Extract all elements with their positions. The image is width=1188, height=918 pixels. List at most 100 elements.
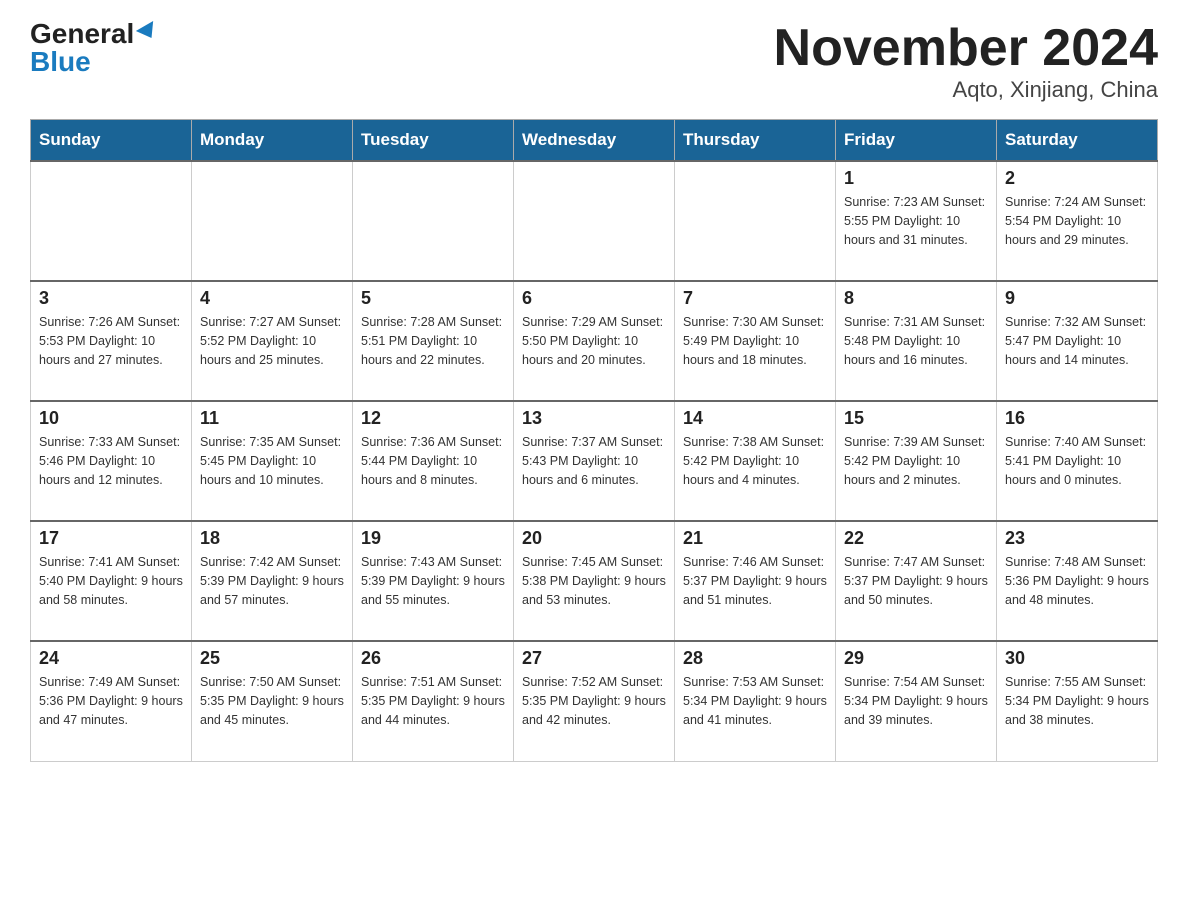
day-info: Sunrise: 7:54 AM Sunset: 5:34 PM Dayligh… (844, 673, 988, 729)
logo-general-text: General (30, 20, 134, 48)
day-info: Sunrise: 7:40 AM Sunset: 5:41 PM Dayligh… (1005, 433, 1149, 489)
day-info: Sunrise: 7:52 AM Sunset: 5:35 PM Dayligh… (522, 673, 666, 729)
day-info: Sunrise: 7:31 AM Sunset: 5:48 PM Dayligh… (844, 313, 988, 369)
day-number: 2 (1005, 168, 1149, 189)
calendar-title: November 2024 (774, 20, 1158, 77)
calendar-cell: 11 Sunrise: 7:35 AM Sunset: 5:45 PM Dayli… (192, 401, 353, 521)
day-info: Sunrise: 7:46 AM Sunset: 5:37 PM Dayligh… (683, 553, 827, 609)
calendar-cell: 12 Sunrise: 7:36 AM Sunset: 5:44 PM Dayli… (353, 401, 514, 521)
logo-blue-text: Blue (30, 48, 91, 76)
day-number: 24 (39, 648, 183, 669)
day-info: Sunrise: 7:42 AM Sunset: 5:39 PM Dayligh… (200, 553, 344, 609)
day-header-tuesday: Tuesday (353, 120, 514, 162)
calendar-week-row: 1Sunrise: 7:23 AM Sunset: 5:55 PM Daylig… (31, 161, 1158, 281)
calendar-subtitle: Aqto, Xinjiang, China (774, 77, 1158, 103)
day-info: Sunrise: 7:48 AM Sunset: 5:36 PM Dayligh… (1005, 553, 1149, 609)
calendar-cell: 4 Sunrise: 7:27 AM Sunset: 5:52 PM Daylig… (192, 281, 353, 401)
day-info: Sunrise: 7:50 AM Sunset: 5:35 PM Dayligh… (200, 673, 344, 729)
day-number: 25 (200, 648, 344, 669)
day-info: Sunrise: 7:49 AM Sunset: 5:36 PM Dayligh… (39, 673, 183, 729)
calendar-cell (514, 161, 675, 281)
calendar-cell: 14Sunrise: 7:38 AM Sunset: 5:42 PM Dayli… (675, 401, 836, 521)
day-header-friday: Friday (836, 120, 997, 162)
calendar-cell (353, 161, 514, 281)
day-number: 16 (1005, 408, 1149, 429)
day-number: 20 (522, 528, 666, 549)
day-number: 22 (844, 528, 988, 549)
calendar-cell: 18Sunrise: 7:42 AM Sunset: 5:39 PM Dayli… (192, 521, 353, 641)
calendar-cell: 6Sunrise: 7:29 AM Sunset: 5:50 PM Daylig… (514, 281, 675, 401)
calendar-cell: 1Sunrise: 7:23 AM Sunset: 5:55 PM Daylig… (836, 161, 997, 281)
day-info: Sunrise: 7:24 AM Sunset: 5:54 PM Dayligh… (1005, 193, 1149, 249)
calendar-cell: 9 Sunrise: 7:32 AM Sunset: 5:47 PM Daylig… (997, 281, 1158, 401)
day-info: Sunrise: 7:29 AM Sunset: 5:50 PM Dayligh… (522, 313, 666, 369)
day-number: 27 (522, 648, 666, 669)
logo-triangle-icon (136, 21, 160, 43)
title-area: November 2024 Aqto, Xinjiang, China (774, 20, 1158, 103)
day-header-sunday: Sunday (31, 120, 192, 162)
day-number: 19 (361, 528, 505, 549)
day-info: Sunrise: 7:33 AM Sunset: 5:46 PM Dayligh… (39, 433, 183, 489)
day-info: Sunrise: 7:51 AM Sunset: 5:35 PM Dayligh… (361, 673, 505, 729)
calendar-week-row: 10 Sunrise: 7:33 AM Sunset: 5:46 PM Dayli… (31, 401, 1158, 521)
calendar-cell: 28Sunrise: 7:53 AM Sunset: 5:34 PM Dayli… (675, 641, 836, 761)
calendar-table: SundayMondayTuesdayWednesdayThursdayFrid… (30, 119, 1158, 762)
calendar-cell: 21 Sunrise: 7:46 AM Sunset: 5:37 PM Dayli… (675, 521, 836, 641)
day-number: 10 (39, 408, 183, 429)
calendar-cell: 17 Sunrise: 7:41 AM Sunset: 5:40 PM Dayli… (31, 521, 192, 641)
day-info: Sunrise: 7:47 AM Sunset: 5:37 PM Dayligh… (844, 553, 988, 609)
day-number: 12 (361, 408, 505, 429)
day-info: Sunrise: 7:53 AM Sunset: 5:34 PM Dayligh… (683, 673, 827, 729)
calendar-week-row: 3 Sunrise: 7:26 AM Sunset: 5:53 PM Daylig… (31, 281, 1158, 401)
calendar-cell: 8 Sunrise: 7:31 AM Sunset: 5:48 PM Daylig… (836, 281, 997, 401)
calendar-cell: 3 Sunrise: 7:26 AM Sunset: 5:53 PM Daylig… (31, 281, 192, 401)
day-info: Sunrise: 7:32 AM Sunset: 5:47 PM Dayligh… (1005, 313, 1149, 369)
day-info: Sunrise: 7:35 AM Sunset: 5:45 PM Dayligh… (200, 433, 344, 489)
calendar-cell: 16 Sunrise: 7:40 AM Sunset: 5:41 PM Dayli… (997, 401, 1158, 521)
calendar-cell: 22 Sunrise: 7:47 AM Sunset: 5:37 PM Dayli… (836, 521, 997, 641)
day-number: 23 (1005, 528, 1149, 549)
calendar-cell: 30Sunrise: 7:55 AM Sunset: 5:34 PM Dayli… (997, 641, 1158, 761)
calendar-cell: 5Sunrise: 7:28 AM Sunset: 5:51 PM Daylig… (353, 281, 514, 401)
calendar-cell: 29Sunrise: 7:54 AM Sunset: 5:34 PM Dayli… (836, 641, 997, 761)
calendar-cell (31, 161, 192, 281)
day-number: 9 (1005, 288, 1149, 309)
day-number: 7 (683, 288, 827, 309)
day-number: 4 (200, 288, 344, 309)
day-info: Sunrise: 7:37 AM Sunset: 5:43 PM Dayligh… (522, 433, 666, 489)
day-info: Sunrise: 7:36 AM Sunset: 5:44 PM Dayligh… (361, 433, 505, 489)
day-info: Sunrise: 7:26 AM Sunset: 5:53 PM Dayligh… (39, 313, 183, 369)
calendar-cell: 15Sunrise: 7:39 AM Sunset: 5:42 PM Dayli… (836, 401, 997, 521)
day-header-wednesday: Wednesday (514, 120, 675, 162)
day-header-thursday: Thursday (675, 120, 836, 162)
day-info: Sunrise: 7:43 AM Sunset: 5:39 PM Dayligh… (361, 553, 505, 609)
calendar-cell (675, 161, 836, 281)
calendar-cell: 23 Sunrise: 7:48 AM Sunset: 5:36 PM Dayli… (997, 521, 1158, 641)
calendar-cell (192, 161, 353, 281)
day-number: 8 (844, 288, 988, 309)
day-number: 11 (200, 408, 344, 429)
day-info: Sunrise: 7:41 AM Sunset: 5:40 PM Dayligh… (39, 553, 183, 609)
day-info: Sunrise: 7:55 AM Sunset: 5:34 PM Dayligh… (1005, 673, 1149, 729)
day-number: 13 (522, 408, 666, 429)
day-info: Sunrise: 7:30 AM Sunset: 5:49 PM Dayligh… (683, 313, 827, 369)
calendar-cell: 26 Sunrise: 7:51 AM Sunset: 5:35 PM Dayli… (353, 641, 514, 761)
day-header-monday: Monday (192, 120, 353, 162)
logo: General Blue (30, 20, 158, 76)
day-info: Sunrise: 7:27 AM Sunset: 5:52 PM Dayligh… (200, 313, 344, 369)
calendar-cell: 13 Sunrise: 7:37 AM Sunset: 5:43 PM Dayli… (514, 401, 675, 521)
calendar-cell: 2 Sunrise: 7:24 AM Sunset: 5:54 PM Daylig… (997, 161, 1158, 281)
calendar-week-row: 17 Sunrise: 7:41 AM Sunset: 5:40 PM Dayli… (31, 521, 1158, 641)
day-number: 14 (683, 408, 827, 429)
calendar-header-row: SundayMondayTuesdayWednesdayThursdayFrid… (31, 120, 1158, 162)
day-number: 17 (39, 528, 183, 549)
day-number: 26 (361, 648, 505, 669)
calendar-cell: 19 Sunrise: 7:43 AM Sunset: 5:39 PM Dayli… (353, 521, 514, 641)
calendar-cell: 10 Sunrise: 7:33 AM Sunset: 5:46 PM Dayli… (31, 401, 192, 521)
calendar-cell: 7 Sunrise: 7:30 AM Sunset: 5:49 PM Daylig… (675, 281, 836, 401)
day-info: Sunrise: 7:28 AM Sunset: 5:51 PM Dayligh… (361, 313, 505, 369)
calendar-week-row: 24 Sunrise: 7:49 AM Sunset: 5:36 PM Dayli… (31, 641, 1158, 761)
day-number: 21 (683, 528, 827, 549)
calendar-cell: 24 Sunrise: 7:49 AM Sunset: 5:36 PM Dayli… (31, 641, 192, 761)
day-number: 3 (39, 288, 183, 309)
